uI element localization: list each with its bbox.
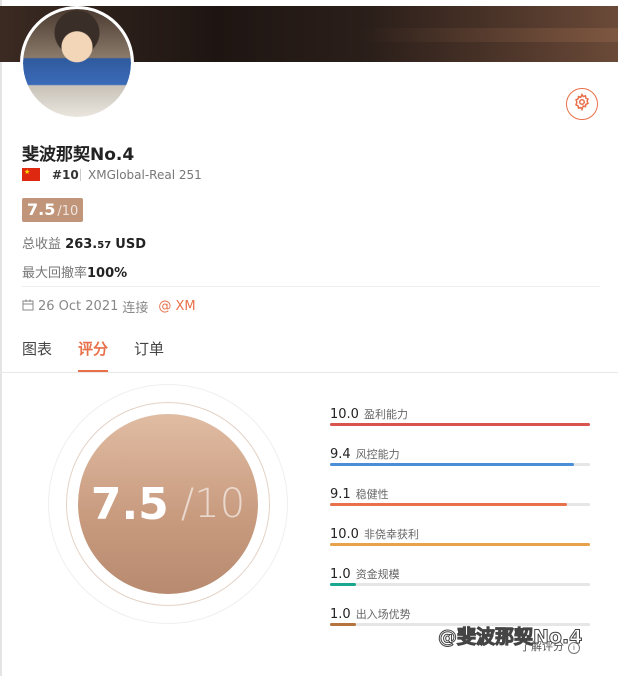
tab-bar: 图表 评分 订单 (22, 338, 164, 372)
metric-track (330, 503, 590, 506)
metric-label: 稳健性 (355, 488, 389, 501)
metric-label: 风控能力 (355, 448, 400, 461)
tab-rating[interactable]: 评分 (78, 338, 109, 372)
divider (22, 286, 600, 287)
total-profit-decimal: 57 (97, 240, 112, 251)
tab-orders[interactable]: 订单 (134, 338, 164, 372)
metric-bar (330, 583, 356, 586)
metric-stability: 9.1 稳健性 (330, 483, 590, 523)
banner-glow (360, 28, 618, 42)
gauge-max: /10 (180, 481, 246, 527)
china-flag-icon: ★ (22, 168, 40, 181)
tab-chart[interactable]: 图表 (22, 338, 52, 372)
metrics-list: 10.0 盈利能力 9.4 风控能力 9.1 稳健性 10.0 非侥幸获利 1.0 资金规… (330, 403, 590, 643)
watermark: @斐波那契No.4 (437, 626, 583, 649)
metric-value: 1.0 (330, 567, 351, 582)
gear-icon (573, 92, 591, 115)
rank-label: #10 (52, 168, 79, 182)
metric-label: 资金规模 (355, 568, 400, 581)
calendar-icon (22, 299, 34, 315)
metric-value: 9.1 (330, 487, 351, 502)
metric-label: 盈利能力 (363, 408, 408, 421)
avatar[interactable] (20, 6, 134, 120)
connected-label: 连接 (122, 301, 149, 316)
metric-bar (330, 623, 356, 626)
max-drawdown-value: 100% (87, 266, 128, 281)
total-profit-label: 总收益 (22, 237, 62, 252)
metric-track (330, 543, 590, 546)
total-profit: 总收益 263.57 USD (22, 233, 146, 252)
total-profit-currency: USD (115, 237, 147, 252)
max-drawdown: 最大回撤率100% (22, 262, 127, 281)
avatar-photo (23, 9, 131, 117)
metric-track (330, 463, 590, 466)
connected-date: 26 Oct 2021 (38, 299, 119, 314)
max-drawdown-label: 最大回撤率 (22, 266, 88, 281)
metric-bar (330, 503, 567, 506)
gauge-core: 7.5 /10 (78, 414, 258, 594)
metric-bar (330, 423, 590, 426)
score-gauge: 7.5 /10 (48, 384, 288, 624)
metric-track (330, 423, 590, 426)
metric-value: 1.0 (330, 607, 351, 622)
score-badge: 7.5 /10 (22, 198, 84, 222)
score-max: /10 (57, 204, 79, 219)
left-border (0, 0, 2, 676)
metric-label: 出入场优势 (355, 608, 411, 621)
connected-info: 26 Oct 2021 连接 @ XM (22, 297, 196, 316)
settings-button[interactable] (566, 88, 598, 120)
metric-non-luck: 10.0 非侥幸获利 (330, 523, 590, 563)
metric-risk-control: 9.4 风控能力 (330, 443, 590, 483)
metric-value: 10.0 (330, 407, 359, 422)
account-label: XMGlobal-Real 251 (88, 168, 202, 182)
metric-track (330, 583, 590, 586)
gauge-value: 7.5 (90, 478, 169, 530)
broker-link[interactable]: @ XM (158, 299, 195, 314)
metric-label: 非侥幸获利 (363, 528, 419, 541)
metric-capital-size: 1.0 资金规模 (330, 563, 590, 603)
metric-value: 9.4 (330, 447, 351, 462)
metric-bar (330, 463, 575, 466)
total-profit-main: 263. (65, 237, 98, 252)
metric-bar (330, 543, 590, 546)
tabs-underline (0, 372, 618, 373)
trader-name: 斐波那契No.4 (22, 145, 135, 165)
score-value: 7.5 (27, 200, 56, 219)
rank-separator (80, 169, 81, 181)
metric-value: 10.0 (330, 527, 359, 542)
metric-profitability: 10.0 盈利能力 (330, 403, 590, 443)
